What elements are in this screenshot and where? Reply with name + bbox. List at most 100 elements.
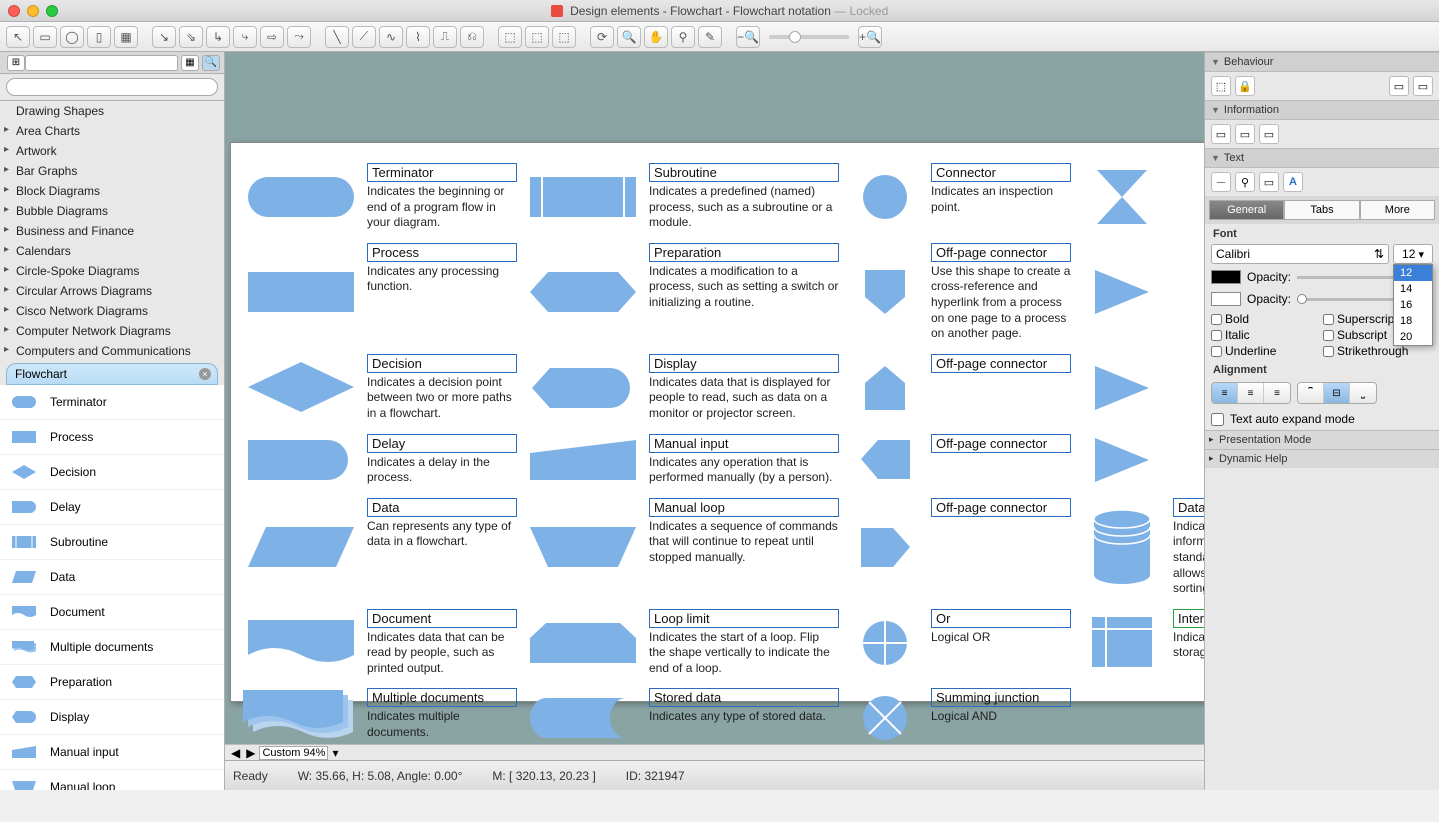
- auto-expand-checkbox[interactable]: [1211, 413, 1224, 426]
- table-tool-icon[interactable]: ▦: [114, 26, 138, 48]
- canvas-shape[interactable]: [845, 498, 925, 597]
- font-family-select[interactable]: Calibri⇅: [1211, 244, 1389, 264]
- text-section[interactable]: Text: [1205, 148, 1439, 168]
- shape-list-item[interactable]: Manual input: [0, 735, 224, 770]
- valign-mid-button[interactable]: ⊟: [1324, 383, 1350, 403]
- connector-3-icon[interactable]: ↳: [206, 26, 230, 48]
- canvas-area[interactable]: TerminatorIndicates the beginning or end…: [225, 52, 1204, 790]
- canvas-shape[interactable]: [1077, 354, 1167, 422]
- connector-2-icon[interactable]: ⇘: [179, 26, 203, 48]
- canvas-shape[interactable]: [523, 354, 643, 422]
- font-size-option[interactable]: 12: [1394, 265, 1432, 281]
- minimize-window-icon[interactable]: [27, 5, 39, 17]
- group-1-icon[interactable]: ⬚: [498, 26, 522, 48]
- canvas-shape[interactable]: [845, 243, 925, 342]
- ellipse-tool-icon[interactable]: ◯: [60, 26, 84, 48]
- presentation-mode-item[interactable]: Presentation Mode: [1205, 430, 1439, 449]
- shape-list-item[interactable]: Manual loop: [0, 770, 224, 790]
- align-right-button[interactable]: ≡: [1264, 383, 1290, 403]
- bg-color-swatch[interactable]: [1211, 292, 1241, 306]
- valign-bot-button[interactable]: ⎵: [1350, 383, 1376, 403]
- rotate-icon[interactable]: ⟳: [590, 26, 614, 48]
- canvas-shape[interactable]: [523, 688, 643, 748]
- shape-list-item[interactable]: Document: [0, 595, 224, 630]
- canvas-shape[interactable]: [241, 434, 361, 486]
- checkbox[interactable]: [1323, 330, 1334, 341]
- canvas-shape[interactable]: [523, 243, 643, 342]
- line-5-icon[interactable]: ⎍: [433, 26, 457, 48]
- canvas-shape[interactable]: [845, 688, 925, 748]
- zoom-tool-icon[interactable]: 🔍: [617, 26, 641, 48]
- behaviour-icon-1[interactable]: ⬚: [1211, 76, 1231, 96]
- category-item[interactable]: Circular Arrows Diagrams: [0, 281, 224, 301]
- category-item[interactable]: Computers and Communications: [0, 341, 224, 361]
- info-icon-2[interactable]: ▭: [1235, 124, 1255, 144]
- shape-list-item[interactable]: Data: [0, 560, 224, 595]
- zoom-select[interactable]: Custom 94%: [259, 746, 328, 760]
- category-item[interactable]: Bubble Diagrams: [0, 201, 224, 221]
- checkbox[interactable]: [1211, 346, 1222, 357]
- horizontal-scroll-bar[interactable]: ◀▶ Custom 94% ▾: [225, 744, 1204, 760]
- information-section[interactable]: Information: [1205, 100, 1439, 120]
- line-2-icon[interactable]: ⟋: [352, 26, 376, 48]
- category-item[interactable]: Block Diagrams: [0, 181, 224, 201]
- canvas-shape[interactable]: [1077, 609, 1167, 677]
- text-box-icon[interactable]: ▭: [1259, 172, 1279, 192]
- line-3-icon[interactable]: ∿: [379, 26, 403, 48]
- canvas-shape[interactable]: [523, 163, 643, 231]
- text-font-icon[interactable]: A: [1283, 172, 1303, 192]
- lock-icon[interactable]: 🔒: [1235, 76, 1255, 96]
- style-check-underline[interactable]: Underline: [1211, 344, 1321, 358]
- canvas-shape[interactable]: [1077, 243, 1167, 342]
- category-item[interactable]: Circle-Spoke Diagrams: [0, 261, 224, 281]
- font-size-option[interactable]: 14: [1394, 281, 1432, 297]
- flowchart-tab[interactable]: Flowchart ×: [6, 363, 218, 385]
- shape-list-item[interactable]: Decision: [0, 455, 224, 490]
- style-check-strikethrough[interactable]: Strikethrough: [1323, 344, 1433, 358]
- shape-list-item[interactable]: Process: [0, 420, 224, 455]
- behaviour-section[interactable]: Behaviour: [1205, 52, 1439, 72]
- font-size-option[interactable]: 20: [1394, 329, 1432, 345]
- valign-top-button[interactable]: ⎴: [1298, 383, 1324, 403]
- group-2-icon[interactable]: ⬚: [525, 26, 549, 48]
- canvas-shape[interactable]: [845, 163, 925, 231]
- canvas-shape[interactable]: [1077, 163, 1167, 231]
- tab-general[interactable]: General: [1209, 200, 1284, 220]
- dynamic-help-item[interactable]: Dynamic Help: [1205, 449, 1439, 468]
- canvas-shape[interactable]: [241, 243, 361, 342]
- library-search-input[interactable]: [6, 78, 218, 96]
- info-icon-3[interactable]: ▭: [1259, 124, 1279, 144]
- library-grid-icon[interactable]: ▦: [181, 55, 199, 71]
- category-item[interactable]: Computer Network Diagrams: [0, 321, 224, 341]
- style-check-italic[interactable]: Italic: [1211, 328, 1321, 342]
- category-item[interactable]: Artwork: [0, 141, 224, 161]
- canvas-shape[interactable]: [845, 609, 925, 677]
- zoom-window-icon[interactable]: [46, 5, 58, 17]
- canvas-shape[interactable]: [523, 498, 643, 597]
- pencil-icon[interactable]: ✎: [698, 26, 722, 48]
- library-search-icon[interactable]: 🔍: [202, 55, 220, 71]
- pan-tool-icon[interactable]: ✋: [644, 26, 668, 48]
- group-3-icon[interactable]: ⬚: [552, 26, 576, 48]
- align-center-button[interactable]: ≡: [1238, 383, 1264, 403]
- close-tab-icon[interactable]: ×: [199, 368, 211, 380]
- text-color-icon[interactable]: ⏤: [1211, 172, 1231, 192]
- tab-more[interactable]: More: [1360, 200, 1435, 220]
- shape-list-item[interactable]: Subroutine: [0, 525, 224, 560]
- connector-4-icon[interactable]: ⤷: [233, 26, 257, 48]
- rect-tool-icon[interactable]: ▭: [33, 26, 57, 48]
- font-size-select[interactable]: 12 ▾: [1393, 244, 1433, 264]
- canvas-shape[interactable]: [523, 434, 643, 486]
- info-icon-1[interactable]: ▭: [1211, 124, 1231, 144]
- canvas-shape[interactable]: [523, 609, 643, 677]
- canvas-shape[interactable]: [1077, 498, 1167, 597]
- font-size-dropdown[interactable]: 1214161820: [1393, 264, 1433, 346]
- category-item[interactable]: Calendars: [0, 241, 224, 261]
- style-check-bold[interactable]: Bold: [1211, 312, 1321, 326]
- font-size-option[interactable]: 18: [1394, 313, 1432, 329]
- shape-list-item[interactable]: Delay: [0, 490, 224, 525]
- canvas-shape[interactable]: [845, 354, 925, 422]
- shape-list-item[interactable]: Preparation: [0, 665, 224, 700]
- canvas-shape[interactable]: [241, 354, 361, 422]
- line-4-icon[interactable]: ⌇: [406, 26, 430, 48]
